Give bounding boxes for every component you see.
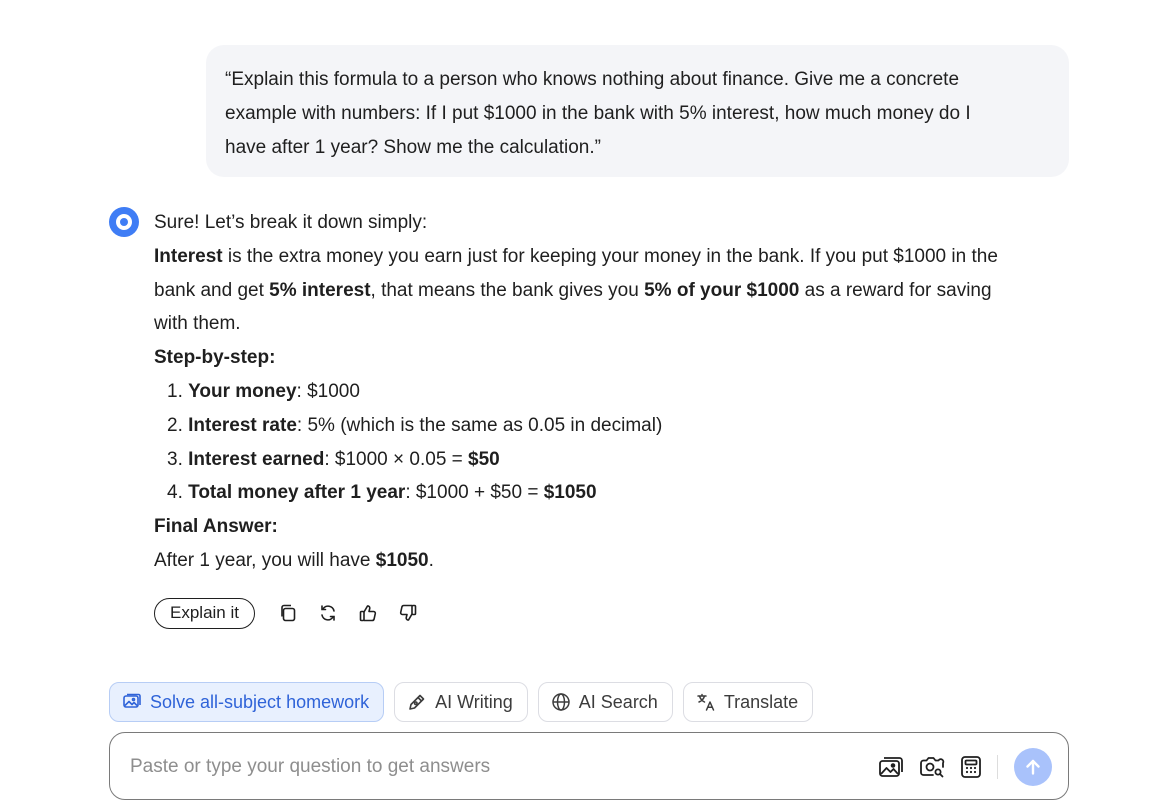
assistant-avatar-icon xyxy=(109,207,139,237)
chip-ai-search[interactable]: AI Search xyxy=(537,682,673,722)
answer-paragraph-line: bank and get 5% interest, that means the… xyxy=(154,279,992,301)
homework-icon xyxy=(122,692,142,712)
chip-translate[interactable]: Translate xyxy=(682,682,814,722)
steps-list: 1. Your money: $1000 2. Interest rate: 5… xyxy=(154,375,1054,510)
answer-paragraph-line: Interest is the extra money you earn jus… xyxy=(154,245,998,267)
image-upload-icon[interactable] xyxy=(878,754,904,780)
step-item: 2. Interest rate: 5% (which is the same … xyxy=(167,414,663,436)
chip-label: AI Search xyxy=(578,691,658,712)
step-item: 4. Total money after 1 year: $1000 + $50… xyxy=(167,482,597,504)
final-answer-heading: Final Answer: xyxy=(154,516,278,538)
assistant-answer: Sure! Let’s break it down simply: Intere… xyxy=(154,206,1054,578)
arrow-up-icon xyxy=(1026,759,1040,775)
answer-intro: Sure! Let’s break it down simply: xyxy=(154,212,428,233)
chip-solve-homework[interactable]: Solve all-subject homework xyxy=(109,682,385,722)
camera-search-icon[interactable] xyxy=(919,754,945,780)
user-message-line: example with numbers: If I put $1000 in … xyxy=(225,103,971,124)
feature-chips: Solve all-subject homework AI Writing AI… xyxy=(109,682,814,722)
chat-page: “Explain this formula to a person who kn… xyxy=(0,0,1152,809)
chip-label: Solve all-subject homework xyxy=(150,691,370,712)
toolbar-divider xyxy=(997,755,998,779)
calculator-icon[interactable] xyxy=(958,754,984,780)
globe-icon xyxy=(551,692,571,712)
user-message-line: “Explain this formula to a person who kn… xyxy=(225,69,960,90)
regenerate-icon[interactable] xyxy=(317,602,339,624)
translate-icon xyxy=(696,692,716,712)
final-answer-text: After 1 year, you will have $1050. xyxy=(154,549,434,571)
explain-it-button[interactable]: Explain it xyxy=(154,597,255,629)
steps-heading: Step-by-step: xyxy=(154,347,276,369)
answer-paragraph-line: with them. xyxy=(154,313,241,335)
user-message-bubble: “Explain this formula to a person who kn… xyxy=(206,45,1069,177)
pen-icon xyxy=(407,692,427,712)
chip-label: Translate xyxy=(723,691,799,712)
answer-actions: Explain it xyxy=(154,597,419,629)
copy-icon[interactable] xyxy=(277,602,299,624)
question-input-box xyxy=(109,732,1069,800)
send-button[interactable] xyxy=(1014,748,1052,786)
user-message-line: have after 1 year? Show me the calculati… xyxy=(225,137,601,158)
question-input[interactable] xyxy=(130,751,830,783)
thumbs-up-icon[interactable] xyxy=(357,602,379,624)
chip-ai-writing[interactable]: AI Writing xyxy=(394,682,528,722)
chip-label: AI Writing xyxy=(435,691,513,712)
step-item: 3. Interest earned: $1000 × 0.05 = $50 xyxy=(167,448,500,470)
step-item: 1. Your money: $1000 xyxy=(167,380,360,402)
thumbs-down-icon[interactable] xyxy=(397,602,419,624)
